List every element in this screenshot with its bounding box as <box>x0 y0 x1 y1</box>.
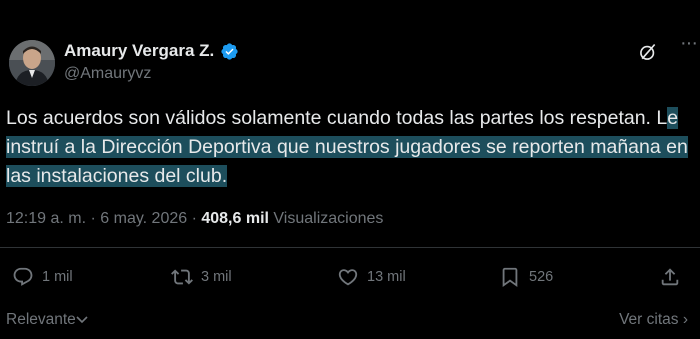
share-icon <box>661 268 679 286</box>
views-count: 408,6 mil <box>201 210 269 227</box>
view-quotes-link[interactable]: Ver citas › <box>619 311 688 329</box>
like-icon <box>338 269 358 286</box>
like-button[interactable]: 13 mil <box>337 266 406 288</box>
share-button[interactable] <box>659 266 681 288</box>
reply-icon <box>13 267 33 286</box>
tweet-actions: 1 mil 3 mil 13 mil 526 <box>0 266 700 300</box>
verified-badge-icon <box>221 42 238 60</box>
like-count: 13 mil <box>367 269 406 285</box>
divider <box>0 247 700 248</box>
reply-count: 1 mil <box>42 269 73 285</box>
tweet-meta: 12:19 a. m. · 6 may. 2026 · 408,6 mil Vi… <box>6 210 383 228</box>
tweet-timestamp[interactable]: 12:19 a. m. · 6 may. 2026 · <box>6 210 201 227</box>
author-handle[interactable]: @Amauryvz <box>64 65 151 83</box>
more-icon[interactable]: ··· <box>680 33 698 53</box>
avatar-image <box>9 40 55 86</box>
repost-icon <box>171 269 193 285</box>
avatar[interactable] <box>9 40 55 86</box>
sort-dropdown[interactable]: Relevante <box>6 311 88 329</box>
grok-icon[interactable] <box>638 42 658 62</box>
bookmark-button[interactable]: 526 <box>499 266 553 288</box>
chevron-down-icon <box>76 316 88 324</box>
bookmark-icon <box>502 267 518 288</box>
tweet-text-plain: Los acuerdos son válidos solamente cuand… <box>6 107 668 129</box>
repost-button[interactable]: 3 mil <box>171 266 232 288</box>
tweet-text: Los acuerdos son válidos solamente cuand… <box>6 104 694 191</box>
sort-label: Relevante <box>6 311 76 328</box>
repost-count: 3 mil <box>201 269 232 285</box>
chevron-right-icon: › <box>682 311 688 328</box>
author-name[interactable]: Amaury Vergara Z. <box>64 41 214 61</box>
view-quotes-label: Ver citas <box>619 311 679 328</box>
author-name-row[interactable]: Amaury Vergara Z. <box>64 41 239 61</box>
reply-button[interactable]: 1 mil <box>12 266 73 288</box>
views-label: Visualizaciones <box>273 210 384 227</box>
bookmark-count: 526 <box>529 269 554 285</box>
